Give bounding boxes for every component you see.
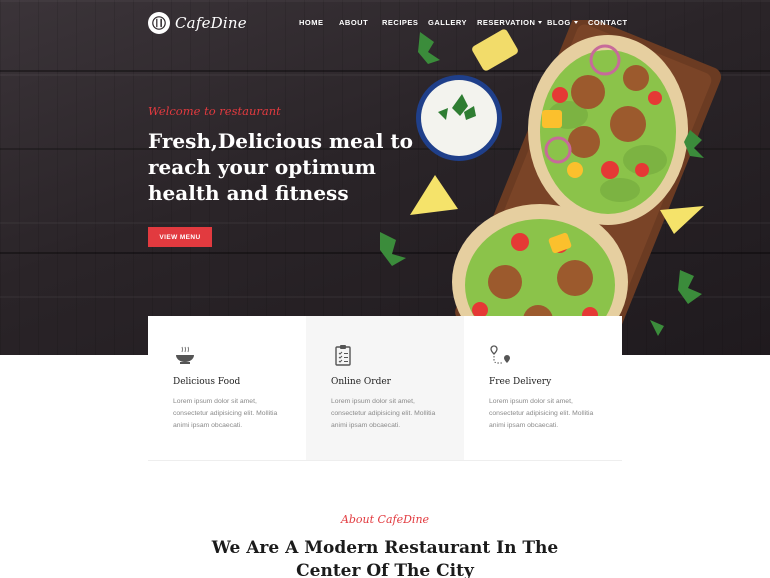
nav-item-label: RECIPES bbox=[382, 18, 419, 27]
brand-logo[interactable]: CafeDine bbox=[148, 12, 247, 34]
fork-knife-icon bbox=[148, 12, 170, 34]
hero-headline: Fresh,Delicious meal to reach your optim… bbox=[148, 129, 413, 205]
brand-name: CafeDine bbox=[175, 14, 247, 32]
hero-section: CafeDine HOME ABOUT RECIPES GALLERY RESE… bbox=[0, 0, 770, 355]
feature-description: Lorem ipsum dolor sit amet, consectetur … bbox=[489, 398, 594, 429]
chevron-down-icon bbox=[538, 21, 543, 24]
nav-item-label: HOME bbox=[299, 18, 324, 27]
nav-item-label: RESERVATION bbox=[477, 18, 536, 27]
feature-title: Delicious Food bbox=[173, 377, 241, 387]
chevron-down-icon bbox=[573, 21, 578, 24]
about-title: We Are A Modern Restaurant In The Center… bbox=[211, 538, 559, 578]
nav-item-label: GALLERY bbox=[428, 18, 468, 27]
feature-card-free-delivery: Free Delivery Lorem ipsum dolor sit amet… bbox=[464, 316, 622, 460]
nav-item-label: CONTACT bbox=[588, 18, 628, 27]
clipboard-icon bbox=[335, 345, 351, 366]
feature-description: Lorem ipsum dolor sit amet, consectetur … bbox=[173, 398, 278, 429]
nav-item-label: ABOUT bbox=[339, 18, 369, 27]
bowl-icon bbox=[176, 346, 194, 364]
feature-title: Online Order bbox=[331, 377, 391, 387]
nav-item-blog[interactable]: BLOG bbox=[547, 18, 588, 27]
route-pin-icon bbox=[490, 345, 510, 364]
feature-card-delicious-food: Delicious Food Lorem ipsum dolor sit ame… bbox=[148, 316, 306, 460]
feature-card-online-order: Online Order Lorem ipsum dolor sit amet,… bbox=[306, 316, 464, 460]
feature-title: Free Delivery bbox=[489, 377, 552, 387]
hero-kicker: Welcome to restaurant bbox=[148, 104, 281, 118]
nav-item-reservation[interactable]: RESERVATION bbox=[477, 18, 547, 27]
features-panel: Delicious Food Lorem ipsum dolor sit ame… bbox=[148, 316, 622, 460]
main-navigation: HOME ABOUT RECIPES GALLERY RESERVATION B… bbox=[299, 18, 628, 27]
nav-item-home[interactable]: HOME bbox=[299, 18, 339, 27]
nav-item-recipes[interactable]: RECIPES bbox=[382, 18, 428, 27]
nav-item-label: BLOG bbox=[547, 18, 571, 27]
nav-item-gallery[interactable]: GALLERY bbox=[428, 18, 477, 27]
about-kicker: About CafeDine bbox=[340, 513, 430, 526]
view-menu-button[interactable]: VIEW MENU bbox=[148, 227, 212, 247]
nav-item-contact[interactable]: CONTACT bbox=[588, 18, 628, 27]
nav-item-about[interactable]: ABOUT bbox=[339, 18, 382, 27]
feature-description: Lorem ipsum dolor sit amet, consectetur … bbox=[331, 398, 436, 429]
